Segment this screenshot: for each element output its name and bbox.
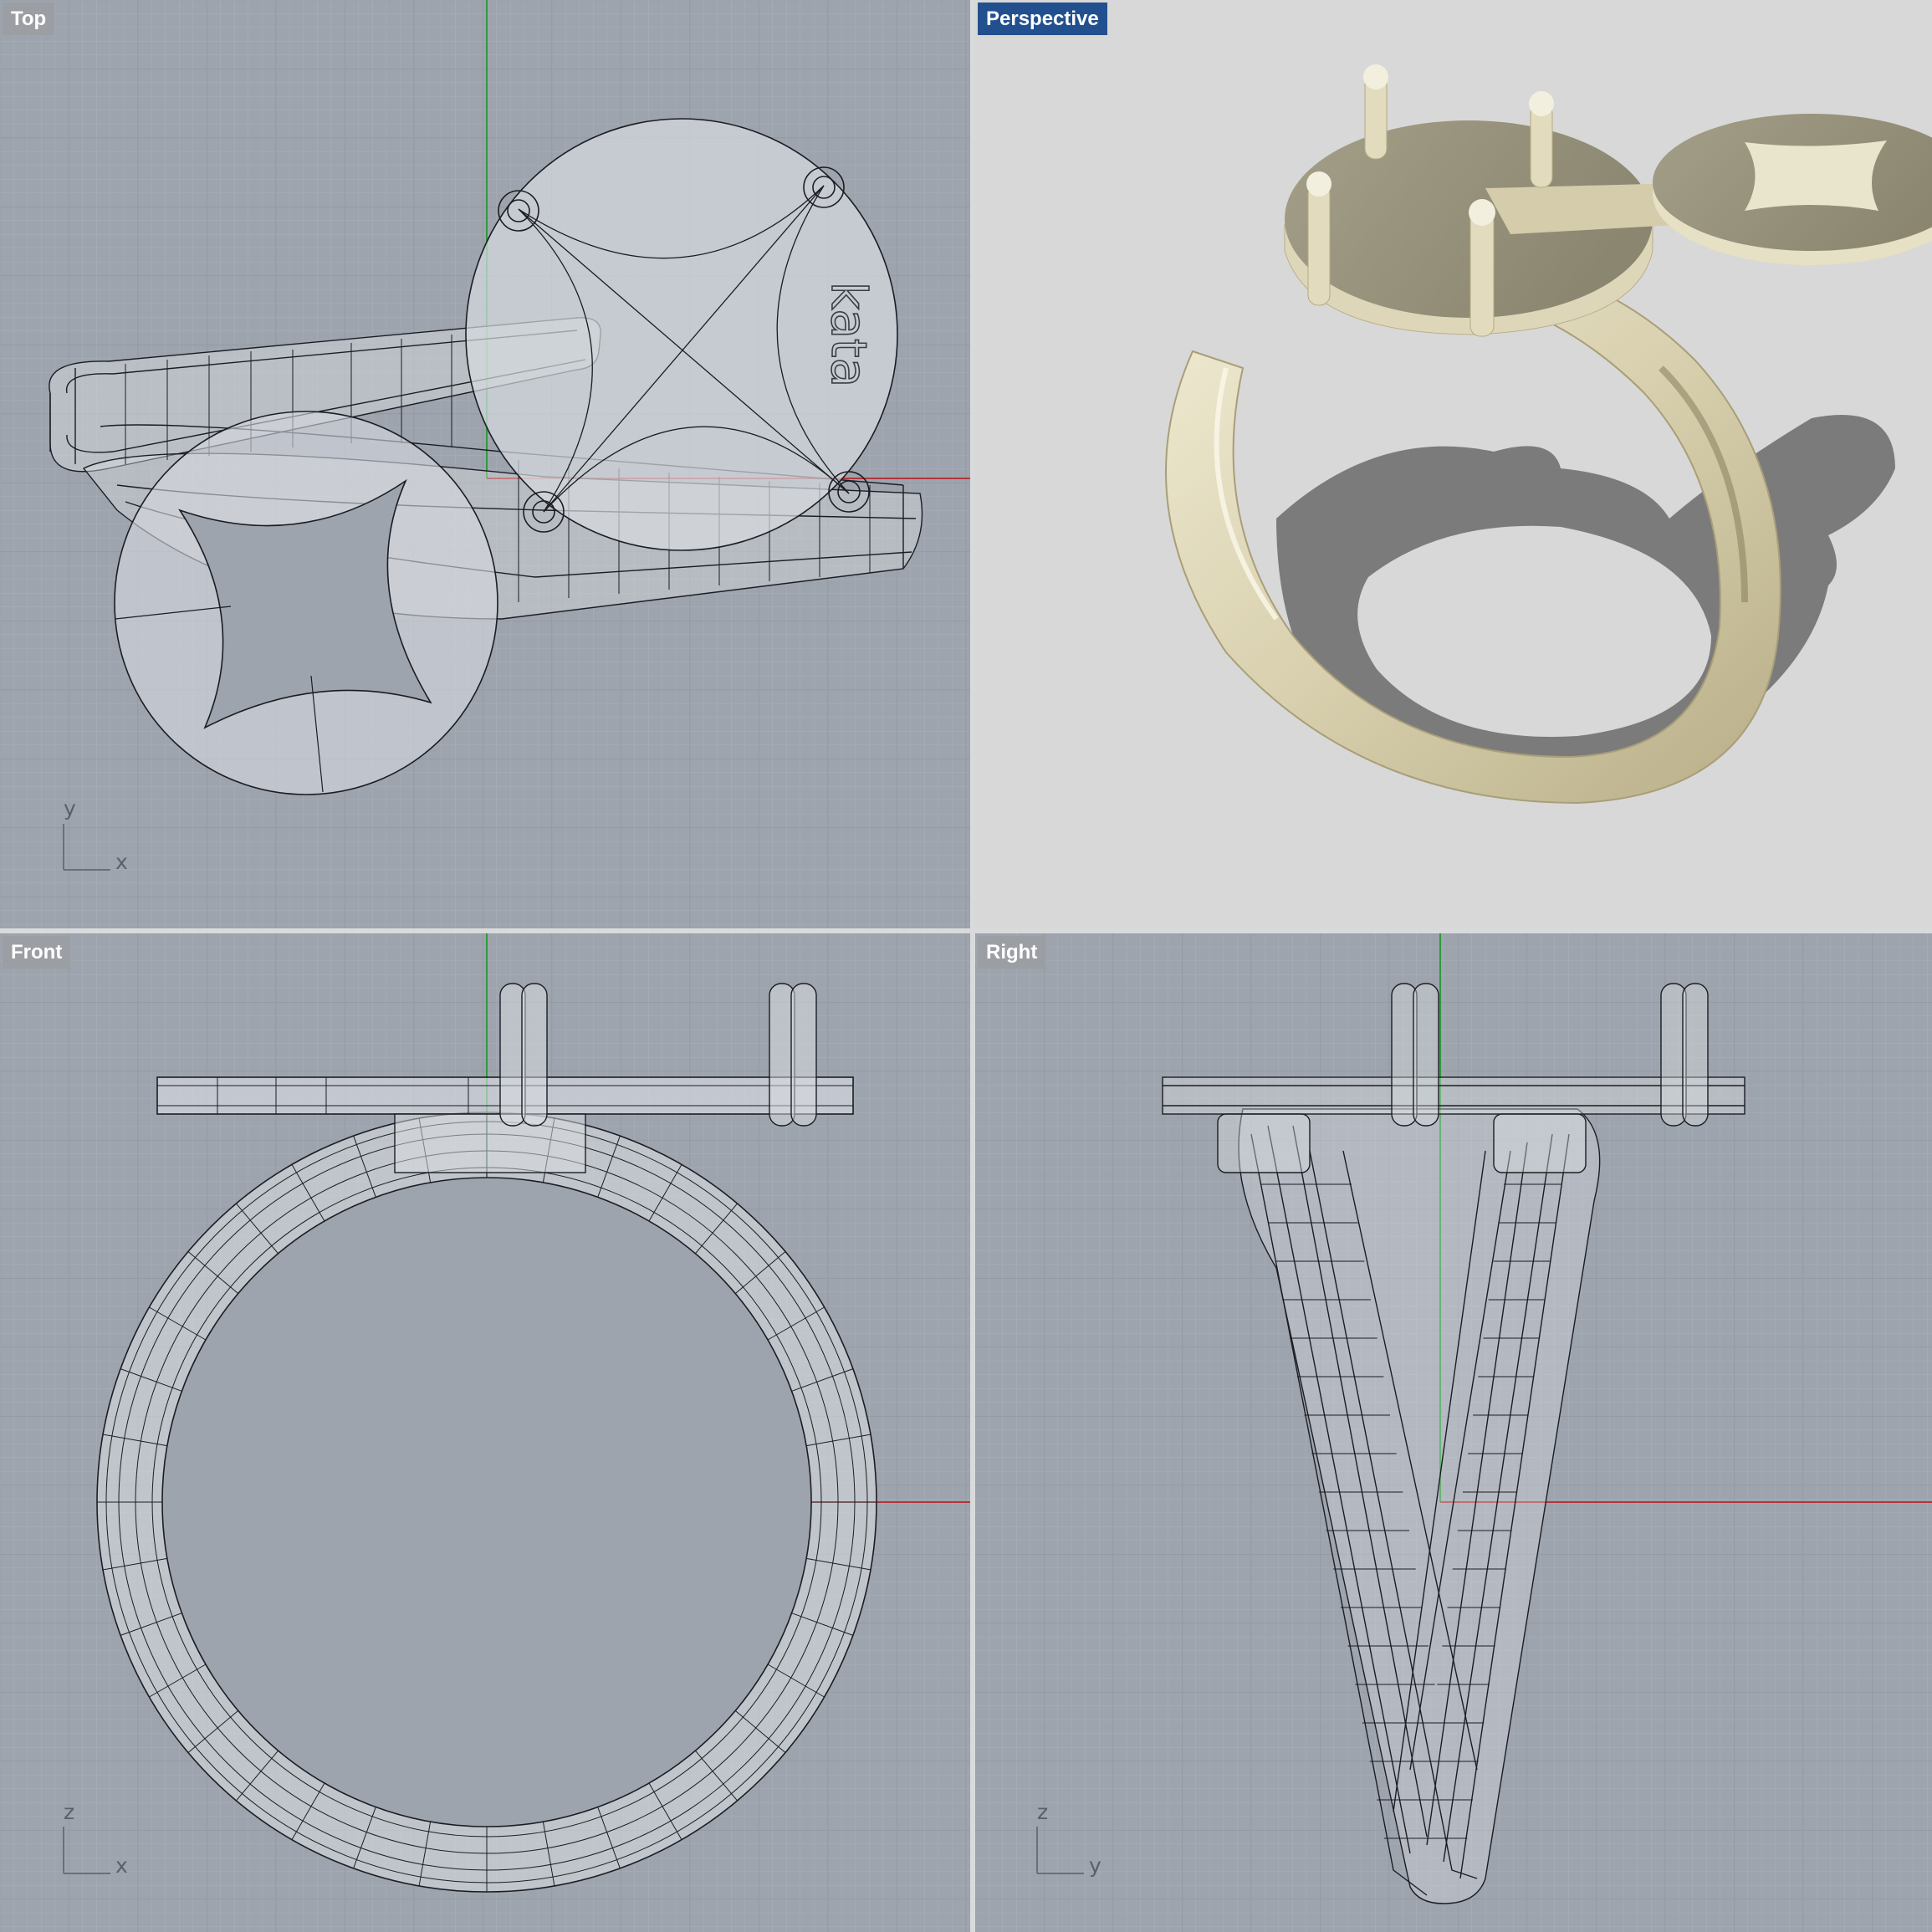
perspective-render[interactable]	[975, 0, 1932, 928]
axis-label-x: x	[115, 850, 128, 874]
axis-label-x: x	[115, 1853, 128, 1878]
right-view-canvas[interactable]	[975, 933, 1932, 1932]
svg-text:kata: kata	[820, 282, 877, 387]
viewport-label-top[interactable]: Top	[3, 3, 55, 35]
viewport-label-front[interactable]: Front	[3, 936, 71, 969]
viewport-perspective[interactable]: Perspective	[975, 0, 1932, 928]
ring-band-front	[96, 1112, 877, 1893]
viewport-top[interactable]: kata Top y x	[0, 0, 970, 928]
viewport-label-right[interactable]: Right	[978, 936, 1046, 969]
viewport-front[interactable]: Front z x	[0, 933, 970, 1932]
axis-label-z: z	[64, 1800, 75, 1824]
engraving-text: kata	[820, 281, 878, 388]
axis-label-z: z	[1037, 1800, 1049, 1824]
viewport-label-perspective[interactable]: Perspective	[978, 3, 1107, 35]
front-view-canvas[interactable]	[0, 933, 970, 1932]
viewport-right[interactable]: Right z y	[975, 933, 1932, 1932]
axis-label-y: y	[64, 796, 76, 820]
plate-small	[114, 411, 498, 795]
axis-label-y: y	[1089, 1853, 1101, 1878]
plate-large: kata	[465, 118, 898, 551]
top-view-canvas[interactable]: kata	[0, 0, 970, 928]
